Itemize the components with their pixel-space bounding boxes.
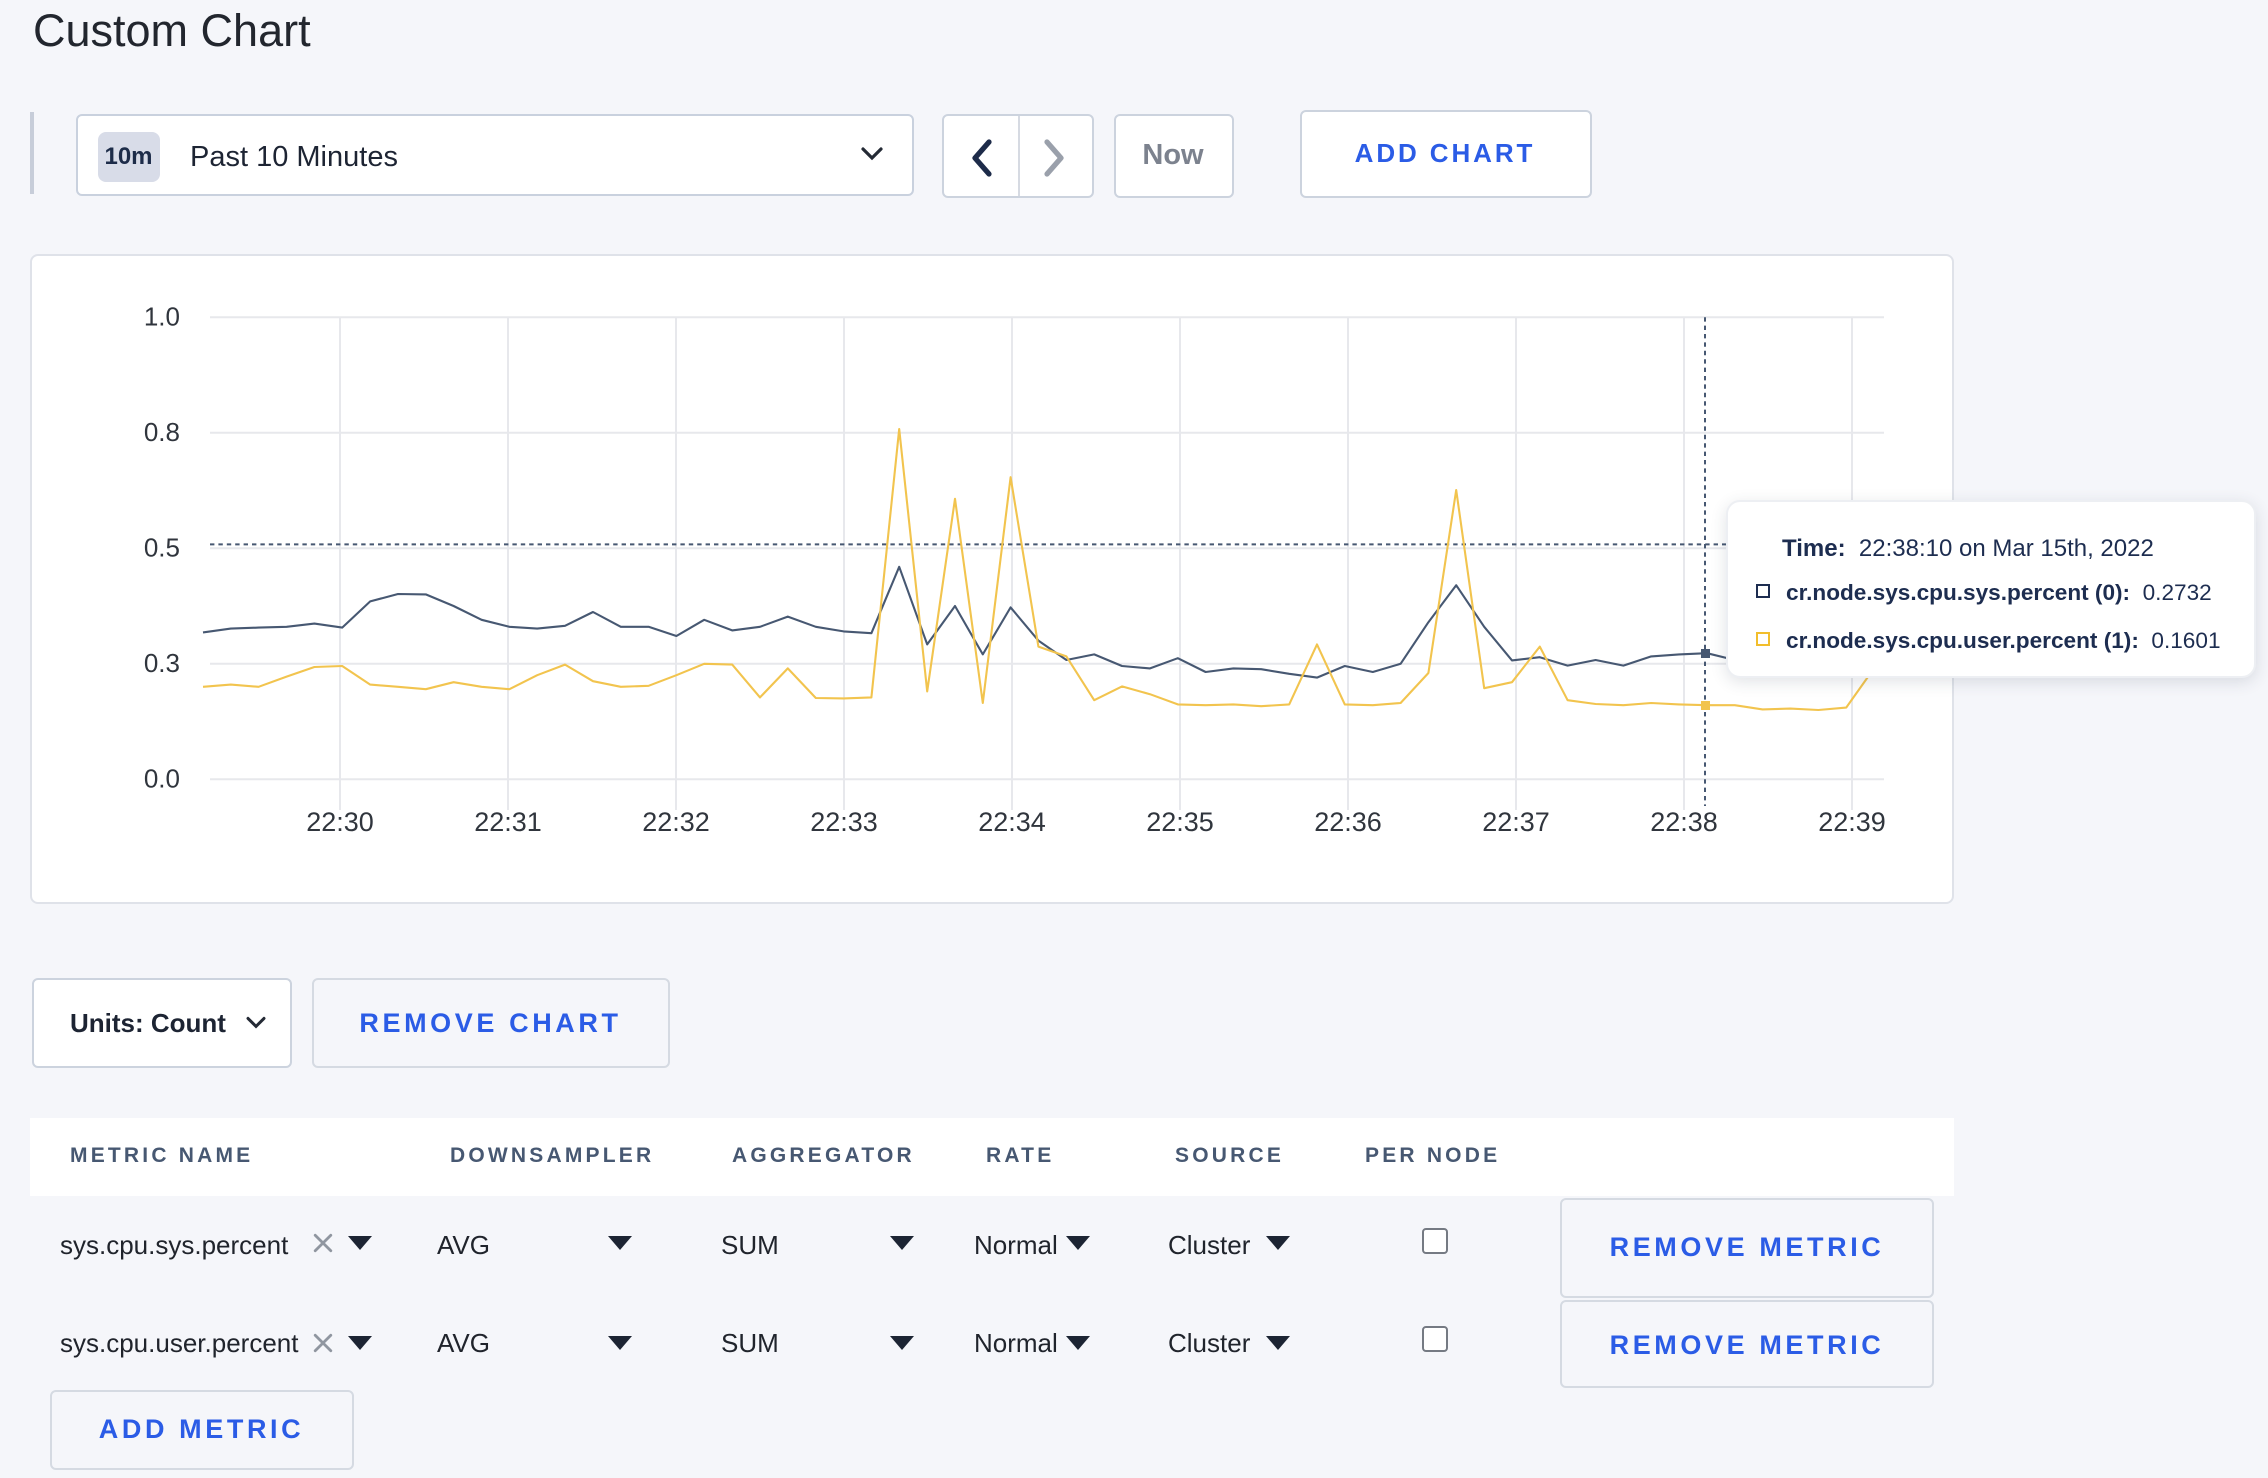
svg-text:22:36: 22:36 <box>1314 806 1382 836</box>
svg-text:22:35: 22:35 <box>1146 806 1214 836</box>
svg-text:0.8: 0.8 <box>144 416 180 446</box>
svg-text:0.0: 0.0 <box>144 763 180 793</box>
svg-text:22:39: 22:39 <box>1818 806 1886 836</box>
svg-text:22:32: 22:32 <box>642 806 710 836</box>
svg-text:22:33: 22:33 <box>810 806 878 836</box>
svg-text:22:34: 22:34 <box>978 806 1046 836</box>
svg-text:22:37: 22:37 <box>1482 806 1550 836</box>
svg-text:22:38: 22:38 <box>1650 806 1718 836</box>
svg-text:0.3: 0.3 <box>144 647 180 677</box>
svg-text:1.0: 1.0 <box>144 301 180 331</box>
svg-text:0.5: 0.5 <box>144 532 180 562</box>
svg-text:22:31: 22:31 <box>474 806 542 836</box>
svg-text:22:30: 22:30 <box>306 806 374 836</box>
